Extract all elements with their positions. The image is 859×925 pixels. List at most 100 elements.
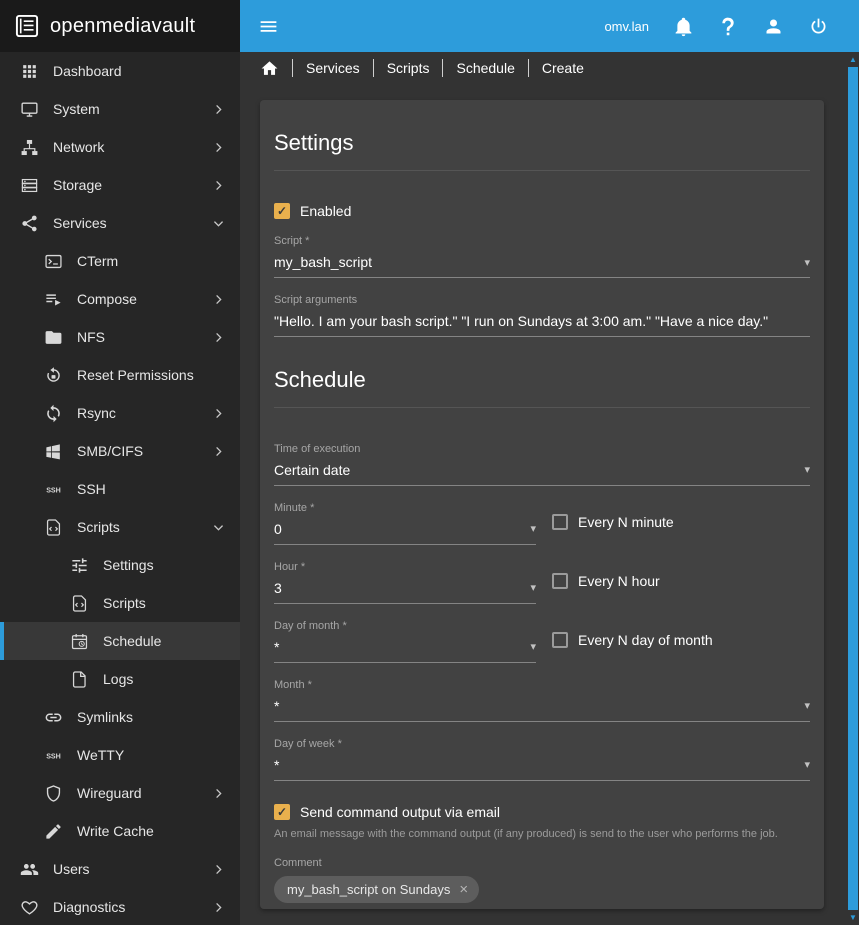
select-arrow-icon: ▾ — [804, 699, 810, 712]
reset-lock-icon — [44, 366, 63, 385]
main-column: omv.lan Services Scripts Schedule Create… — [240, 0, 847, 925]
hamburger-menu-icon[interactable] — [258, 16, 279, 37]
sidebar-item-system[interactable]: System — [0, 90, 240, 128]
power-icon[interactable] — [808, 16, 829, 37]
every-n-hour-checkbox[interactable]: Every N hour — [552, 573, 660, 589]
sidebar-item-scripts-schedule[interactable]: Schedule — [0, 622, 240, 660]
select-arrow-icon: ▾ — [804, 758, 810, 771]
script-arguments-field: Script arguments "Hello. I am your bash … — [274, 294, 810, 337]
sidebar-item-nfs[interactable]: NFS — [0, 318, 240, 356]
network-icon — [20, 138, 39, 157]
sidebar-item-write-cache[interactable]: Write Cache — [0, 812, 240, 850]
scroll-up-arrow-icon[interactable]: ▲ — [847, 52, 859, 67]
scrollbar-thumb[interactable] — [848, 67, 858, 910]
app-root: openmediavault Dashboard System Network … — [0, 0, 859, 925]
checkbox-check-icon: ✓ — [274, 203, 290, 219]
hour-row: Hour * 3 ▾ Every N hour — [274, 545, 810, 604]
chip-remove-icon[interactable]: × — [459, 882, 468, 897]
heart-icon — [20, 898, 39, 917]
share-icon — [20, 214, 39, 233]
breadcrumb-item-services[interactable]: Services — [292, 59, 373, 77]
select-arrow-icon: ▾ — [804, 463, 810, 476]
chevron-right-icon — [211, 330, 226, 345]
select-arrow-icon: ▾ — [530, 581, 536, 594]
chevron-down-icon — [211, 216, 226, 231]
month-select[interactable]: * ▾ — [274, 698, 810, 722]
comment-input[interactable]: my_bash_script on Sundays × — [274, 876, 810, 909]
sidebar-item-scripts-logs[interactable]: Logs — [0, 660, 240, 698]
chevron-right-icon — [211, 444, 226, 459]
sync-icon — [44, 404, 63, 423]
document-icon — [70, 670, 89, 689]
sidebar-item-storage[interactable]: Storage — [0, 166, 240, 204]
select-arrow-icon: ▾ — [530, 640, 536, 653]
comment-chip: my_bash_script on Sundays × — [274, 876, 479, 903]
sidebar-item-ssh[interactable]: SSH — [0, 470, 240, 508]
breadcrumb-item-schedule[interactable]: Schedule — [442, 59, 527, 77]
day-of-month-row: Day of month * * ▾ Every N day of month — [274, 604, 810, 663]
user-account-icon[interactable] — [763, 16, 784, 37]
select-arrow-icon: ▾ — [804, 256, 810, 269]
help-icon[interactable] — [718, 16, 739, 37]
windows-icon — [44, 442, 63, 461]
chevron-right-icon — [211, 406, 226, 421]
scroll-down-arrow-icon[interactable]: ▼ — [847, 910, 859, 925]
top-header-bar: omv.lan — [240, 0, 847, 52]
every-n-minute-checkbox[interactable]: Every N minute — [552, 514, 674, 530]
time-of-execution-select[interactable]: Certain date ▾ — [274, 462, 810, 486]
sidebar-item-compose[interactable]: Compose — [0, 280, 240, 318]
email-output-block: ✓ Send command output via email An email… — [274, 803, 810, 842]
chevron-right-icon — [211, 900, 226, 915]
day-of-week-select[interactable]: * ▾ — [274, 757, 810, 781]
day-of-month-select[interactable]: * ▾ — [274, 639, 536, 663]
breadcrumb-item-create[interactable]: Create — [528, 59, 597, 77]
hostname-label: omv.lan — [604, 19, 649, 34]
sidebar-item-symlinks[interactable]: Symlinks — [0, 698, 240, 736]
sidebar-item-scripts-scripts[interactable]: Scripts — [0, 584, 240, 622]
brand-title: openmediavault — [50, 15, 195, 38]
sidebar-item-scripts[interactable]: Scripts — [0, 508, 240, 546]
enabled-checkbox[interactable]: ✓ Enabled — [274, 203, 810, 219]
sidebar-item-wetty[interactable]: WeTTY — [0, 736, 240, 774]
sidebar-item-scripts-settings[interactable]: Settings — [0, 546, 240, 584]
sidebar-item-smb-cifs[interactable]: SMB/CIFS — [0, 432, 240, 470]
storage-icon — [20, 176, 39, 195]
month-field: Month * * ▾ — [274, 679, 810, 722]
comment-field: Comment my_bash_script on Sundays × — [274, 857, 810, 909]
sidebar-item-cterm[interactable]: CTerm — [0, 242, 240, 280]
notifications-bell-icon[interactable] — [673, 16, 694, 37]
sidebar-item-users[interactable]: Users — [0, 850, 240, 888]
day-of-month-field: Day of month * * ▾ — [274, 620, 536, 663]
chevron-right-icon — [211, 178, 226, 193]
chevron-right-icon — [211, 786, 226, 801]
settings-section-title: Settings — [274, 130, 810, 171]
sidebar-item-wireguard[interactable]: Wireguard — [0, 774, 240, 812]
sidebar-nav: Dashboard System Network Storage Service… — [0, 52, 240, 925]
script-icon — [44, 518, 63, 537]
home-icon[interactable] — [260, 59, 279, 78]
shield-icon — [44, 784, 63, 803]
minute-select[interactable]: 0 ▾ — [274, 521, 536, 545]
sidebar-item-diagnostics[interactable]: Diagnostics — [0, 888, 240, 925]
script-select[interactable]: my_bash_script ▾ — [274, 254, 810, 278]
hour-select[interactable]: 3 ▾ — [274, 580, 536, 604]
users-icon — [20, 860, 39, 879]
sidebar-item-reset-permissions[interactable]: Reset Permissions — [0, 356, 240, 394]
sidebar-item-dashboard[interactable]: Dashboard — [0, 52, 240, 90]
script-field: Script * my_bash_script ▾ — [274, 235, 810, 278]
minute-row: Minute * 0 ▾ Every N minute — [274, 486, 810, 545]
ssh-icon — [44, 480, 63, 499]
sidebar-item-network[interactable]: Network — [0, 128, 240, 166]
sidebar-item-services[interactable]: Services — [0, 204, 240, 242]
breadcrumb-item-scripts[interactable]: Scripts — [373, 59, 443, 77]
brand: openmediavault — [0, 0, 240, 52]
send-email-checkbox[interactable]: ✓ Send command output via email — [274, 804, 500, 820]
content-area: Settings ✓ Enabled Script * my_bash_scri… — [240, 84, 847, 925]
ssh-terminal-icon — [44, 746, 63, 765]
every-n-day-of-month-checkbox[interactable]: Every N day of month — [552, 632, 713, 648]
script-arguments-input[interactable]: "Hello. I am your bash script." "I run o… — [274, 313, 810, 337]
dashboard-grid-icon — [20, 62, 39, 81]
vertical-scrollbar: ▲ ▼ — [847, 0, 859, 925]
email-hint-text: An email message with the command output… — [274, 827, 810, 842]
sidebar-item-rsync[interactable]: Rsync — [0, 394, 240, 432]
